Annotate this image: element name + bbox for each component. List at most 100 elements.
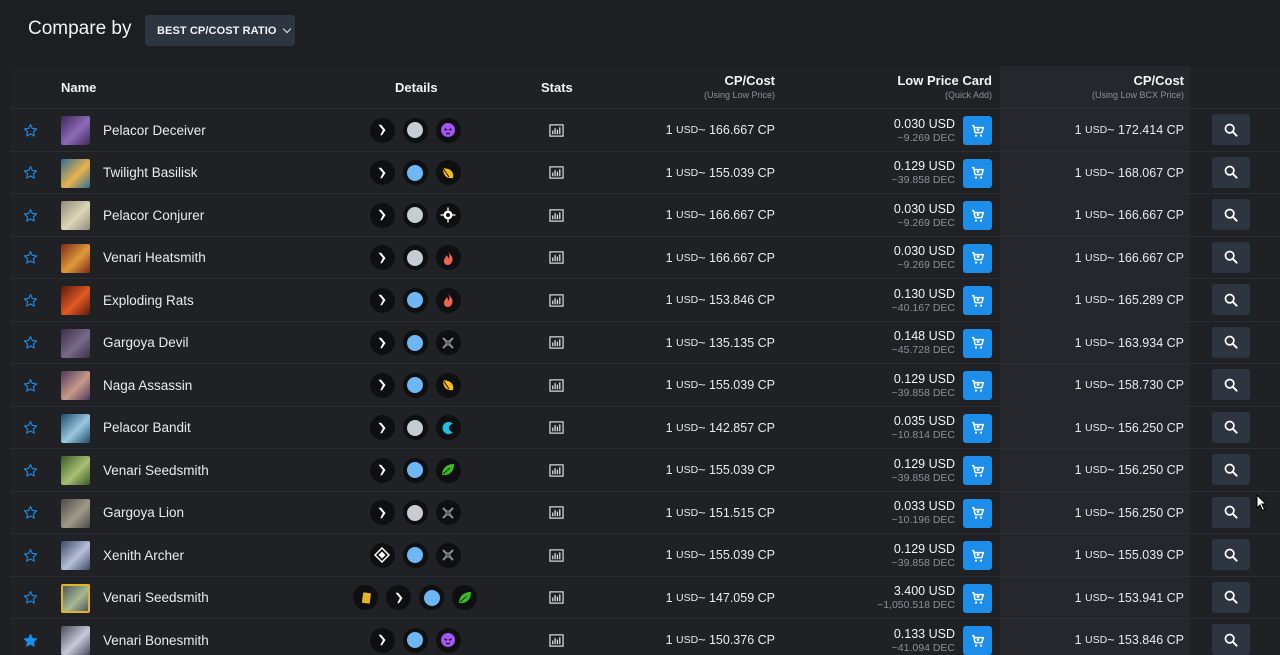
stats-chart-icon[interactable] [545, 492, 567, 534]
stats-chart-icon[interactable] [545, 194, 567, 236]
table-row[interactable]: Venari Seedsmith 1 USD ~ 155.039 CP 0.12… [10, 449, 1280, 492]
card-name[interactable]: Gargoya Devil [103, 322, 189, 364]
table-row[interactable]: Pelacor Bandit 1 USD ~ 142.857 CP 0.035 … [10, 407, 1280, 449]
edition-grey-icon [402, 415, 428, 440]
quick-add-cart-button[interactable] [963, 413, 992, 443]
favorite-star-icon[interactable] [23, 619, 39, 655]
favorite-star-icon[interactable] [23, 577, 39, 619]
cp-cost-ratio: 1 USD ~ 166.667 CP [665, 208, 775, 222]
quick-add-cart-button[interactable] [963, 286, 992, 315]
card-name[interactable]: Pelacor Conjurer [103, 194, 204, 236]
inspect-magnifier-button[interactable] [1212, 369, 1250, 400]
quick-add-cart-button[interactable] [963, 456, 992, 485]
table-row[interactable]: Twilight Basilisk 1 USD ~ 155.039 CP 0.1… [10, 152, 1280, 194]
stats-chart-icon[interactable] [545, 619, 567, 655]
stats-chart-icon[interactable] [545, 407, 567, 449]
column-cp-cost[interactable]: CP/Cost (Using Low Price) [610, 73, 775, 100]
inspect-magnifier-button[interactable] [1212, 284, 1250, 315]
favorite-star-icon[interactable] [23, 237, 39, 279]
inspect-magnifier-button[interactable] [1212, 539, 1250, 570]
earth-element-icon [452, 585, 477, 610]
edition-grey-icon [402, 202, 428, 228]
card-name[interactable]: Pelacor Bandit [103, 407, 191, 449]
column-name[interactable]: Name [61, 80, 96, 95]
inspect-magnifier-button[interactable] [1212, 581, 1250, 613]
compare-by-dropdown[interactable]: BEST CP/COST RATIO [145, 15, 295, 46]
table-row[interactable]: Gargoya Devil 1 USD ~ 135.135 CP 0.148 U… [10, 322, 1280, 364]
stats-chart-icon[interactable] [545, 364, 567, 406]
inspect-magnifier-button[interactable] [1212, 114, 1250, 145]
low-price-dec: ~39.858 DEC [891, 471, 955, 484]
favorite-star-icon[interactable] [23, 279, 39, 321]
card-name[interactable]: Venari Seedsmith [103, 449, 209, 491]
table-row[interactable]: Naga Assassin 1 USD ~ 155.039 CP 0.129 U… [10, 364, 1280, 407]
favorite-star-icon[interactable] [23, 492, 39, 534]
favorite-star-icon[interactable] [23, 322, 39, 364]
quick-add-cart-button[interactable] [963, 116, 992, 145]
quick-add-cart-button[interactable] [963, 541, 992, 570]
table-row[interactable]: Venari Bonesmith 1 USD ~ 150.376 CP 0.13… [10, 619, 1280, 655]
earth-element-icon [435, 457, 461, 483]
column-cp-cost-bcx[interactable]: CP/Cost (Using Low BCX Price) [1010, 73, 1184, 100]
card-name[interactable]: Venari Seedsmith [103, 577, 209, 619]
quick-add-cart-button[interactable] [963, 243, 992, 273]
quick-add-cart-button[interactable] [963, 583, 992, 613]
card-name[interactable]: Naga Assassin [103, 364, 192, 406]
card-name[interactable]: Pelacor Deceiver [103, 109, 206, 151]
inspect-magnifier-button[interactable] [1212, 326, 1250, 358]
card-details [310, 152, 520, 194]
edition-blue-icon [402, 287, 428, 313]
favorite-star-icon[interactable] [23, 534, 39, 576]
low-price: 0.129 USD ~39.858 DEC [830, 152, 955, 194]
table-row[interactable]: Exploding Rats 1 USD ~ 153.846 CP 0.130 … [10, 279, 1280, 322]
table-row[interactable]: Pelacor Deceiver 1 USD ~ 166.667 CP 0.03… [10, 109, 1280, 152]
inspect-magnifier-button[interactable] [1212, 624, 1250, 655]
favorite-star-icon[interactable] [23, 449, 39, 491]
inspect-magnifier-button[interactable] [1212, 241, 1250, 273]
table-row[interactable]: Venari Seedsmith 1 USD ~ 147.059 CP 3.40… [10, 577, 1280, 619]
favorite-star-icon[interactable] [23, 152, 39, 194]
favorite-star-icon[interactable] [23, 364, 39, 406]
card-thumbnail [61, 583, 90, 613]
card-name[interactable]: Xenith Archer [103, 534, 184, 576]
quick-add-cart-button[interactable] [963, 371, 992, 400]
table-row[interactable]: Pelacor Conjurer 1 USD ~ 166.667 CP 0.03… [10, 194, 1280, 237]
table-row[interactable]: Xenith Archer 1 USD ~ 155.039 CP 0.129 U… [10, 534, 1280, 577]
stats-chart-icon[interactable] [545, 449, 567, 491]
card-name[interactable]: Twilight Basilisk [103, 152, 198, 194]
card-thumbnail [61, 158, 90, 188]
low-price: 0.030 USD ~9.269 DEC [830, 109, 955, 151]
stats-chart-icon[interactable] [545, 534, 567, 576]
card-name[interactable]: Gargoya Lion [103, 492, 184, 534]
edition-blue-icon [402, 372, 428, 398]
inspect-magnifier-button[interactable] [1212, 156, 1250, 188]
stats-chart-icon[interactable] [545, 109, 567, 151]
inspect-magnifier-button[interactable] [1212, 454, 1250, 485]
quick-add-cart-button[interactable] [963, 328, 992, 358]
cp-cost-bcx-ratio: 1 USD ~ 158.730 CP [1074, 378, 1184, 392]
table-row[interactable]: Gargoya Lion 1 USD ~ 151.515 CP 0.033 US… [10, 492, 1280, 534]
stats-chart-icon[interactable] [545, 577, 567, 619]
stats-chart-icon[interactable] [545, 237, 567, 279]
quick-add-cart-button[interactable] [963, 498, 992, 528]
favorite-star-icon[interactable] [23, 109, 39, 151]
card-name[interactable]: Venari Bonesmith [103, 619, 209, 655]
cp-cost-bcx-ratio: 1 USD ~ 153.941 CP [1074, 590, 1184, 605]
favorite-star-icon[interactable] [23, 194, 39, 236]
table-row[interactable]: Venari Heatsmith 1 USD ~ 166.667 CP 0.03… [10, 237, 1280, 279]
quick-add-cart-button[interactable] [963, 158, 992, 188]
stats-chart-icon[interactable] [545, 152, 567, 194]
card-name[interactable]: Exploding Rats [103, 279, 194, 321]
inspect-magnifier-button[interactable] [1212, 411, 1250, 443]
inspect-magnifier-button[interactable] [1212, 496, 1250, 528]
card-name[interactable]: Venari Heatsmith [103, 237, 206, 279]
inspect-magnifier-button[interactable] [1212, 199, 1250, 230]
card-thumbnail [61, 116, 90, 145]
stats-chart-icon[interactable] [545, 322, 567, 364]
favorite-star-icon[interactable] [23, 407, 39, 449]
card-details [310, 407, 520, 449]
column-low-price[interactable]: Low Price Card (Quick Add) [810, 73, 992, 100]
quick-add-cart-button[interactable] [963, 201, 992, 230]
stats-chart-icon[interactable] [545, 279, 567, 321]
quick-add-cart-button[interactable] [963, 626, 992, 655]
